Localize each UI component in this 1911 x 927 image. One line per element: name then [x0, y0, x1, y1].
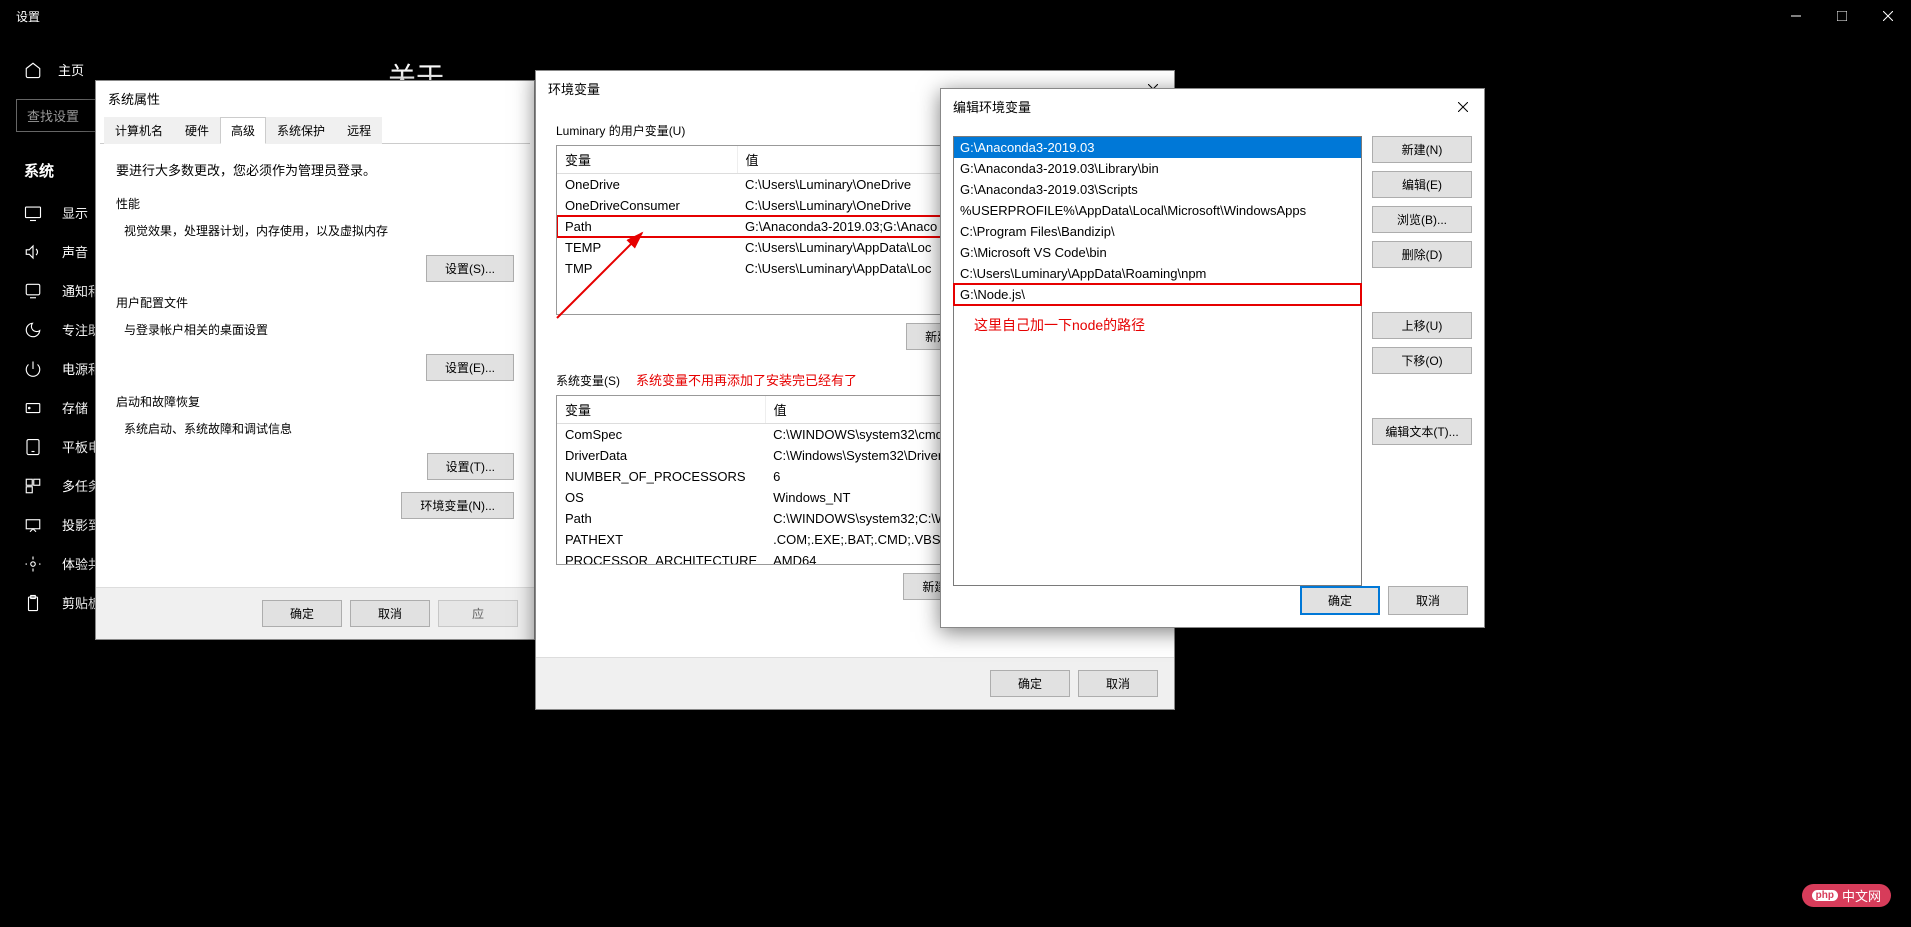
system-properties-dialog: 系统属性 计算机名硬件高级系统保护远程 要进行大多数更改，您必须作为管理员登录。… — [95, 80, 535, 640]
project-icon — [24, 516, 42, 534]
var-name: TMP — [557, 258, 737, 279]
var-name: OneDrive — [557, 174, 737, 196]
storage-icon — [24, 399, 42, 417]
focus-icon — [24, 321, 42, 339]
dialog-title-text: 环境变量 — [548, 79, 600, 98]
display-icon — [24, 204, 42, 222]
dialog-title-text: 系统属性 — [108, 89, 160, 108]
settings-group: 启动和故障恢复系统启动、系统故障和调试信息设置(T)... — [116, 393, 514, 480]
edit-cancel-button[interactable]: 取消 — [1388, 586, 1468, 615]
edit-text-button[interactable]: 编辑文本(T)... — [1372, 418, 1472, 445]
sysprop-tabs: 计算机名硬件高级系统保护远程 — [100, 116, 530, 144]
sound-icon — [24, 243, 42, 261]
var-name: DriverData — [557, 445, 765, 466]
var-name: PROCESSOR_ARCHITECTURE — [557, 550, 765, 565]
group-title: 性能 — [116, 195, 514, 212]
var-name: ComSpec — [557, 424, 765, 446]
tab-2[interactable]: 高级 — [220, 117, 266, 144]
minimize-button[interactable] — [1773, 0, 1819, 32]
group-settings-button[interactable]: 设置(S)... — [426, 255, 514, 282]
php-cn-text: 中文网 — [1842, 886, 1881, 905]
sidebar-item-label: 声音 — [62, 242, 88, 261]
edit-edit-button[interactable]: 编辑(E) — [1372, 171, 1472, 198]
var-name: Path — [557, 508, 765, 529]
tab-4[interactable]: 远程 — [336, 117, 382, 144]
path-list[interactable]: G:\Anaconda3-2019.03G:\Anaconda3-2019.03… — [953, 136, 1362, 586]
group-desc: 视觉效果，处理器计划，内存使用，以及虚拟内存 — [116, 218, 514, 247]
close-icon[interactable] — [1458, 100, 1472, 114]
var-name: NUMBER_OF_PROCESSORS — [557, 466, 765, 487]
path-item[interactable]: G:\Microsoft VS Code\bin — [954, 242, 1361, 263]
path-item[interactable]: G:\Anaconda3-2019.03 — [954, 137, 1361, 158]
env-cancel-button[interactable]: 取消 — [1078, 670, 1158, 697]
maximize-button[interactable] — [1819, 0, 1865, 32]
path-item[interactable]: C:\Users\Luminary\AppData\Roaming\npm — [954, 263, 1361, 284]
group-desc: 系统启动、系统故障和调试信息 — [116, 416, 514, 445]
notify-icon — [24, 282, 42, 300]
var-name: Path — [557, 216, 737, 237]
sysprop-ok-button[interactable]: 确定 — [262, 600, 342, 627]
col-variable[interactable]: 变量 — [557, 146, 737, 174]
dialog-titlebar[interactable]: 系统属性 — [96, 81, 534, 116]
group-title: 用户配置文件 — [116, 294, 514, 311]
dialog-titlebar[interactable]: 编辑环境变量 — [941, 89, 1484, 124]
share-icon — [24, 555, 42, 573]
tablet-icon — [24, 438, 42, 456]
watermark-badge: php 中文网 — [1802, 884, 1891, 907]
sysprop-cancel-button[interactable]: 取消 — [350, 600, 430, 627]
settings-group: 性能视觉效果，处理器计划，内存使用，以及虚拟内存设置(S)... — [116, 195, 514, 282]
sysprop-apply-button[interactable]: 应 — [438, 600, 518, 627]
window-controls — [1773, 0, 1911, 32]
edit-browse-button[interactable]: 浏览(B)... — [1372, 206, 1472, 233]
php-logo: php — [1812, 890, 1838, 901]
group-settings-button[interactable]: 设置(T)... — [427, 453, 514, 480]
sidebar-item-label: 存储 — [62, 398, 88, 417]
col-variable[interactable]: 变量 — [557, 396, 765, 424]
path-item[interactable]: G:\Anaconda3-2019.03\Scripts — [954, 179, 1361, 200]
var-name: OneDriveConsumer — [557, 195, 737, 216]
window-title: 设置 — [16, 8, 40, 25]
group-title: 启动和故障恢复 — [116, 393, 514, 410]
edit-new-button[interactable]: 新建(N) — [1372, 136, 1472, 163]
window-titlebar: 设置 — [0, 0, 1911, 32]
edit-moveup-button[interactable]: 上移(U) — [1372, 312, 1472, 339]
admin-note: 要进行大多数更改，您必须作为管理员登录。 — [116, 160, 514, 179]
path-item[interactable]: C:\Program Files\Bandizip\ — [954, 221, 1361, 242]
group-desc: 与登录帐户相关的桌面设置 — [116, 317, 514, 346]
env-ok-button[interactable]: 确定 — [990, 670, 1070, 697]
dialog-title-text: 编辑环境变量 — [953, 97, 1031, 116]
path-item[interactable]: G:\Node.js\ — [954, 284, 1361, 305]
edit-env-var-dialog: 编辑环境变量 G:\Anaconda3-2019.03G:\Anaconda3-… — [940, 88, 1485, 628]
multi-icon — [24, 477, 42, 495]
home-icon — [24, 61, 42, 79]
group-settings-button[interactable]: 设置(E)... — [426, 354, 514, 381]
edit-delete-button[interactable]: 删除(D) — [1372, 241, 1472, 268]
var-name: OS — [557, 487, 765, 508]
edit-ok-button[interactable]: 确定 — [1300, 586, 1380, 615]
var-name: PATHEXT — [557, 529, 765, 550]
settings-group: 用户配置文件与登录帐户相关的桌面设置设置(E)... — [116, 294, 514, 381]
path-item[interactable]: %USERPROFILE%\AppData\Local\Microsoft\Wi… — [954, 200, 1361, 221]
tab-0[interactable]: 计算机名 — [104, 117, 174, 144]
annotation-sysvars: 系统变量不用再添加了安装完已经有了 — [636, 370, 857, 389]
sys-vars-label: 系统变量(S) — [556, 372, 620, 389]
search-placeholder: 查找设置 — [27, 106, 79, 125]
var-name: TEMP — [557, 237, 737, 258]
sidebar-home-label: 主页 — [58, 60, 84, 79]
close-button[interactable] — [1865, 0, 1911, 32]
annotation-node-path: 这里自己加一下node的路径 — [954, 305, 1361, 345]
env-vars-button[interactable]: 环境变量(N)... — [401, 492, 514, 519]
edit-movedown-button[interactable]: 下移(O) — [1372, 347, 1472, 374]
power-icon — [24, 360, 42, 378]
path-item[interactable]: G:\Anaconda3-2019.03\Library\bin — [954, 158, 1361, 179]
tab-1[interactable]: 硬件 — [174, 117, 220, 144]
sidebar-item-label: 显示 — [62, 203, 88, 222]
tab-3[interactable]: 系统保护 — [266, 117, 336, 144]
clipboard-icon — [24, 594, 42, 612]
